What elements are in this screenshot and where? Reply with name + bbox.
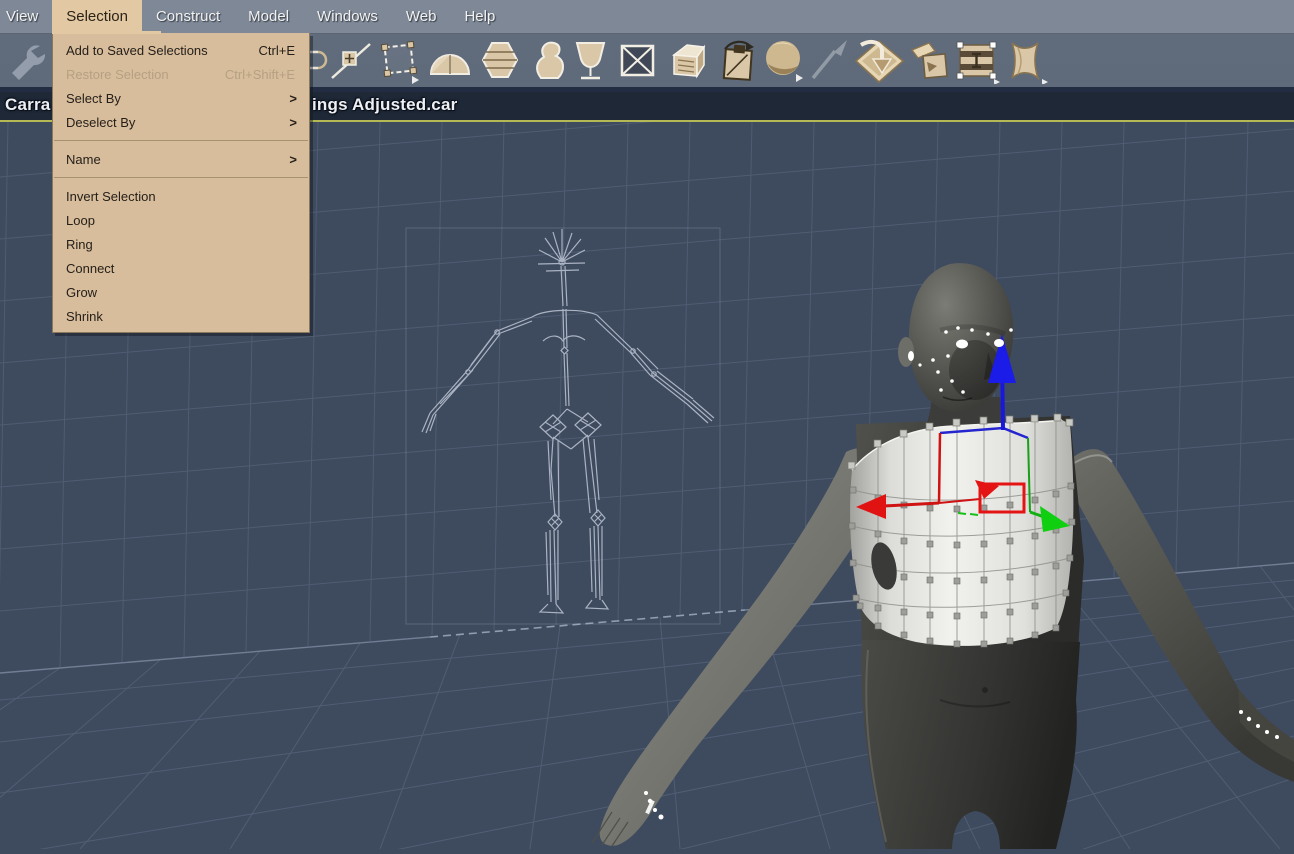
primitive-box-icon[interactable] [666,38,712,84]
menu-item-add-to-saved-selections[interactable]: Add to Saved Selections Ctrl+E [53,38,309,62]
menu-view[interactable]: View [0,0,52,33]
menu-separator [54,140,308,141]
document-title-left[interactable]: Carra [5,95,50,115]
selection-dropdown-menu: Add to Saved Selections Ctrl+E Restore S… [52,33,310,333]
lathe-icon[interactable] [477,38,523,84]
menu-model[interactable]: Model [234,0,303,33]
menu-item-invert-selection[interactable]: Invert Selection [53,184,309,208]
free-form-icon[interactable] [527,38,573,84]
push-plate-icon[interactable] [851,38,907,84]
menu-item-connect[interactable]: Connect [53,256,309,280]
menu-help[interactable]: Help [450,0,509,33]
menu-item-shrink[interactable]: Shrink [53,304,309,328]
bend-shape-icon[interactable] [1002,38,1048,84]
submenu-arrow-icon: > [289,151,297,167]
half-sphere-icon[interactable] [427,38,473,84]
menu-windows[interactable]: Windows [303,0,392,33]
menu-item-grow[interactable]: Grow [53,280,309,304]
extract-faces-icon[interactable] [907,38,953,84]
menu-bar: View Selection Construct Model Windows W… [0,0,1294,34]
add-point-icon[interactable] [328,38,374,84]
menu-separator [54,177,308,178]
gizmo-red-edge [937,432,942,504]
vertex-glass-icon[interactable] [569,38,615,84]
clipboard-paste-icon[interactable] [716,38,762,84]
submenu-arrow-icon: > [289,114,297,130]
subdivide-block-icon[interactable] [954,38,1000,84]
paint-brush-icon[interactable] [807,38,853,84]
selected-mesh-band[interactable] [847,413,1076,648]
menu-selection[interactable]: Selection [52,0,142,33]
submenu-arrow-icon: > [289,90,297,106]
active-menu-connector [52,31,161,34]
sphere-icon[interactable] [763,38,809,84]
menu-construct[interactable]: Construct [142,0,234,33]
delete-box-icon[interactable] [615,38,661,84]
menu-item-restore-selection: Restore Selection Ctrl+Shift+E [66,66,295,82]
document-title-right[interactable]: ings Adjusted.car [312,95,457,115]
menu-item-name[interactable]: Name > [53,147,309,171]
menu-item-select-by[interactable]: Select By > [53,86,309,110]
menu-item-loop[interactable]: Loop [53,208,309,232]
menu-item-deselect-by[interactable]: Deselect By > [53,110,309,134]
menu-item-ring[interactable]: Ring [53,232,309,256]
wrench-icon[interactable] [4,38,50,84]
marquee-select-icon[interactable] [378,38,424,84]
menu-web[interactable]: Web [392,0,451,33]
